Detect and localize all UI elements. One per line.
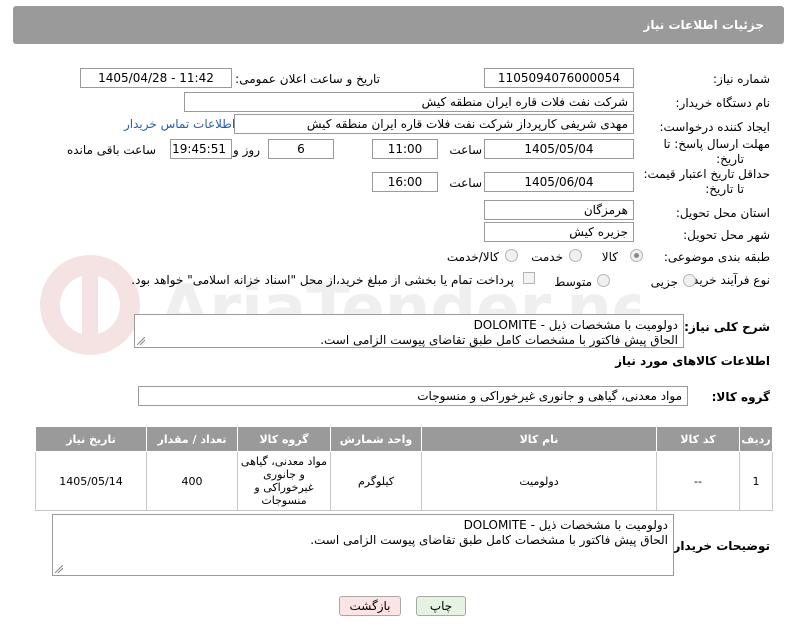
category-radio-goods-service[interactable] [505, 249, 518, 262]
process-label: نوع فرآیند خرید : [685, 273, 770, 287]
table-row[interactable]: 1 -- دولومیت کیلوگرم مواد معدنی، گیاهی و… [35, 451, 773, 511]
price-valid-time-field[interactable]: 16:00 [372, 172, 438, 192]
reply-deadline-label-1: مهلت ارسال پاسخ: تا [663, 137, 770, 151]
price-valid-label-2: تا تاریخ: [705, 182, 744, 196]
buyer-notes-line-2: الحاق پیش فاکتور با مشخصات کامل طبق تقاض… [310, 533, 668, 547]
buyer-org-label: نام دستگاه خریدار: [675, 96, 771, 110]
process-radio-medium[interactable] [597, 274, 610, 287]
summary-line-2: الحاق پیش فاکتور با مشخصات کامل طبق تقاض… [320, 333, 678, 347]
panel-title: جزئیات اطلاعات نیاز [643, 18, 764, 32]
province-label: استان محل تحویل: [675, 206, 770, 220]
category-option-service: خدمت [531, 250, 563, 264]
print-button[interactable]: چاپ [416, 596, 466, 616]
need-number-field[interactable]: 1105094076000054 [484, 68, 634, 88]
buyer-contact-link[interactable]: اطلاعات تماس خریدار [124, 117, 235, 131]
reply-deadline-label-2: تاریخ: [716, 152, 744, 166]
province-field[interactable]: هرمزگان [484, 200, 634, 220]
announce-label: تاریخ و ساعت اعلان عمومی: [235, 72, 380, 86]
buyer-notes-label: توضیحات خریدار: [668, 539, 770, 553]
summary-textarea[interactable]: دولومیت با مشخصات ذیل - DOLOMITE الحاق پ… [134, 314, 684, 348]
need-details-panel: جزئیات اطلاعات نیاز AriaTender.net شماره… [0, 0, 788, 632]
cell-date: 1405/05/14 [35, 451, 147, 511]
process-option-partial: جزیی [650, 275, 678, 289]
col-code-header: کد کالا [656, 426, 740, 452]
announce-field[interactable]: 1405/04/28 - 11:42 [80, 68, 232, 88]
buyer-notes-textarea[interactable]: دولومیت با مشخصات ذیل - DOLOMITE الحاق پ… [52, 514, 674, 576]
cell-unit: کیلوگرم [330, 451, 422, 511]
category-radio-goods[interactable] [630, 249, 643, 262]
items-table: ردیف کد کالا نام کالا واحد شمارش گروه کا… [35, 426, 773, 511]
process-radio-partial[interactable] [683, 274, 696, 287]
summary-label: شرح کلی نیاز: [684, 320, 770, 334]
buyer-org-field[interactable]: شرکت نفت فلات قاره ایران منطقه کیش [184, 92, 634, 112]
cell-qty: 400 [146, 451, 238, 511]
resize-grip-icon[interactable] [137, 337, 145, 345]
price-valid-label-1: حداقل تاریخ اعتبار قیمت: [643, 167, 770, 181]
cell-code: -- [656, 451, 740, 511]
category-option-goods: کالا [601, 250, 618, 264]
creator-label: ایجاد کننده درخواست: [659, 120, 770, 134]
need-number-label: شماره نیاز: [713, 72, 770, 86]
col-unit-header: واحد شمارش [330, 426, 422, 452]
process-option-medium: متوسط [554, 275, 592, 289]
reply-time-field[interactable]: 11:00 [372, 139, 438, 159]
remaining-time-field[interactable]: 19:45:51 [170, 139, 232, 159]
cell-group: مواد معدنی، گیاهی و جانوری غیرخوراکی و م… [237, 451, 331, 511]
price-valid-date-field[interactable]: 1405/06/04 [484, 172, 634, 192]
goods-group-label: گروه کالا: [711, 390, 770, 404]
category-radio-service[interactable] [569, 249, 582, 262]
cell-row: 1 [739, 451, 773, 511]
days-label: روز و [233, 143, 260, 157]
city-label: شهر محل تحویل: [683, 228, 770, 242]
city-field[interactable]: جزیره کیش [484, 222, 634, 242]
goods-info-title: اطلاعات کالاهای مورد نیاز [615, 354, 770, 368]
remaining-label: ساعت باقی مانده [66, 143, 156, 157]
days-field[interactable]: 6 [268, 139, 334, 159]
back-button[interactable]: بازگشت [339, 596, 401, 616]
goods-group-field[interactable]: مواد معدنی، گیاهی و جانوری غیرخوراکی و م… [138, 386, 688, 406]
col-row-header: ردیف [739, 426, 773, 452]
summary-line-1: دولومیت با مشخصات ذیل - DOLOMITE [473, 318, 678, 332]
col-group-header: گروه کالا [237, 426, 331, 452]
reply-date-field[interactable]: 1405/05/04 [484, 139, 634, 159]
buyer-notes-line-1: دولومیت با مشخصات ذیل - DOLOMITE [463, 518, 668, 532]
treasury-payment-checkbox[interactable] [523, 272, 535, 284]
items-table-header-row: ردیف کد کالا نام کالا واحد شمارش گروه کا… [35, 426, 773, 452]
treasury-payment-note: پرداخت تمام یا بخشی از مبلغ خرید،از محل … [131, 273, 514, 287]
price-valid-time-label: ساعت [449, 176, 482, 190]
panel-header: جزئیات اطلاعات نیاز [13, 6, 784, 44]
col-qty-header: تعداد / مقدار [146, 426, 238, 452]
reply-time-label: ساعت [449, 143, 482, 157]
resize-grip-icon[interactable] [55, 565, 63, 573]
category-option-goods-service: کالا/خدمت [446, 250, 499, 264]
col-date-header: تاریخ نیاز [35, 426, 147, 452]
category-label: طبقه بندی موضوعی: [663, 250, 770, 264]
creator-field[interactable]: مهدی شریفی کارپرداز شرکت نفت فلات قاره ا… [234, 114, 634, 134]
cell-name: دولومیت [421, 451, 657, 511]
col-name-header: نام کالا [421, 426, 657, 452]
